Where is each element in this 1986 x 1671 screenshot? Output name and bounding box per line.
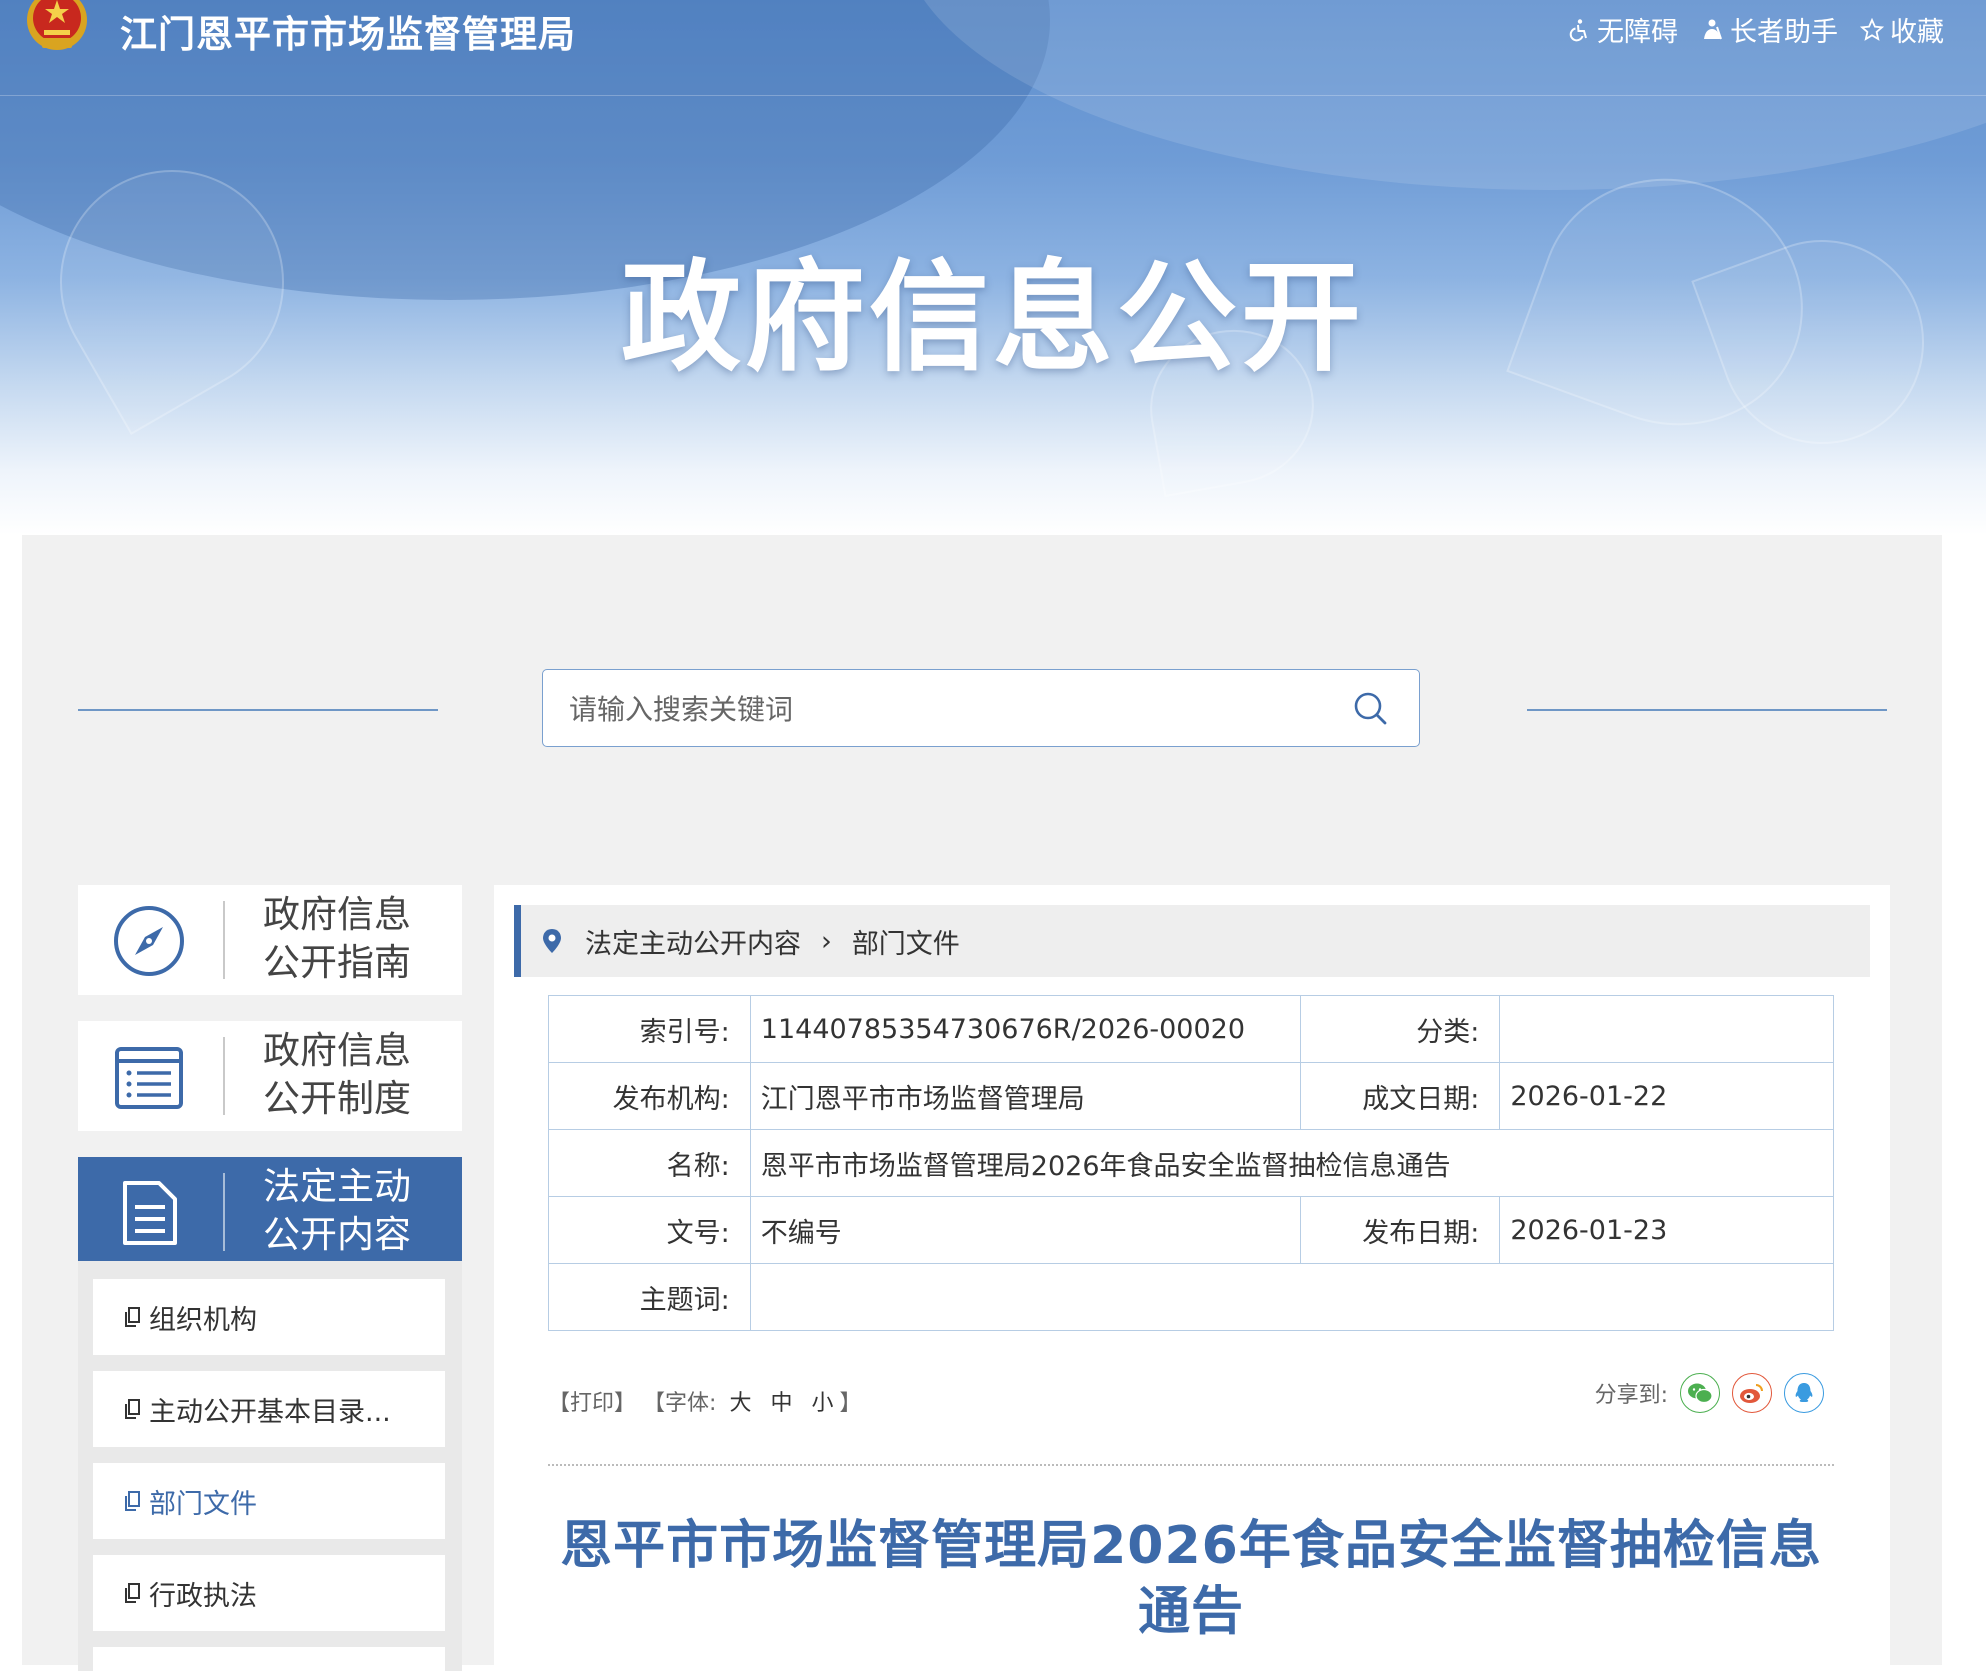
nav-card-label: 政府信息公开指南 xyxy=(263,893,411,984)
sub-nav-item-department-docs[interactable]: 部门文件 xyxy=(93,1463,445,1539)
font-size-small-button[interactable]: 小 xyxy=(811,1391,833,1416)
sub-nav-item-law-enforcement[interactable]: 行政执法 xyxy=(93,1555,445,1631)
elder-icon xyxy=(1704,19,1722,39)
font-size-large-button[interactable]: 大 xyxy=(729,1391,751,1416)
national-emblem-logo xyxy=(27,0,87,50)
search-input[interactable] xyxy=(567,684,1331,734)
sub-nav-item-catalog[interactable]: 主动公开基本目录... xyxy=(93,1371,445,1447)
page-icon xyxy=(125,1307,140,1327)
document-icon xyxy=(123,1181,177,1245)
share-wechat-button[interactable] xyxy=(1680,1373,1720,1413)
meta-label: 索引号: xyxy=(548,995,751,1063)
meta-value: 江门恩平市市场监督管理局 xyxy=(749,1062,1301,1130)
meta-value: 不编号 xyxy=(749,1196,1301,1264)
sub-nav-item-partial[interactable] xyxy=(93,1647,445,1671)
meta-label: 发布机构: xyxy=(548,1062,751,1130)
meta-value: 2026-01-22 xyxy=(1499,1062,1834,1130)
share-bar: 分享到: xyxy=(1595,1373,1824,1413)
meta-value xyxy=(749,1263,1835,1331)
star-icon xyxy=(1860,17,1884,41)
document-meta-table: 索引号: 11440785354730676R/2026-00020 分类: 发… xyxy=(548,995,1835,1331)
meta-row: 名称: 恩平市市场监督管理局2026年食品安全监督抽检信息通告 xyxy=(548,1129,1835,1197)
nav-card-guide[interactable]: 政府信息公开指南 xyxy=(78,885,462,995)
breadcrumb-current[interactable]: 部门文件 xyxy=(852,922,960,961)
list-icon xyxy=(115,1047,183,1109)
elder-assistant-button[interactable]: 长者助手 xyxy=(1700,10,1838,49)
wechat-icon xyxy=(1688,1383,1713,1404)
article-content: 法定主动公开内容 › 部门文件 索引号: 11440785354730676R/… xyxy=(494,885,1890,1665)
breadcrumb: 法定主动公开内容 › 部门文件 xyxy=(514,905,1870,977)
meta-label: 成文日期: xyxy=(1299,1062,1501,1130)
page-icon xyxy=(125,1399,140,1419)
nav-card-divider xyxy=(223,901,225,979)
nav-card-system[interactable]: 政府信息公开制度 xyxy=(78,1021,462,1131)
meta-value: 2026-01-23 xyxy=(1499,1196,1834,1264)
location-pin-icon xyxy=(543,929,561,953)
sub-nav-item-organization[interactable]: 组织机构 xyxy=(93,1279,445,1355)
meta-label: 发布日期: xyxy=(1299,1196,1501,1264)
meta-row: 索引号: 11440785354730676R/2026-00020 分类: xyxy=(548,995,1834,1063)
accessibility-label: 无障碍 xyxy=(1597,17,1678,48)
share-qq-button[interactable] xyxy=(1784,1373,1824,1413)
font-size-prefix: 【字体: xyxy=(643,1391,717,1416)
page-icon xyxy=(125,1583,140,1603)
meta-label: 分类: xyxy=(1299,995,1501,1063)
page-icon xyxy=(125,1491,140,1511)
meta-value: 恩平市市场监督管理局2026年食品安全监督抽检信息通告 xyxy=(749,1129,1835,1197)
weibo-icon xyxy=(1740,1384,1763,1403)
nav-card-label: 政府信息公开制度 xyxy=(263,1029,411,1120)
share-weibo-button[interactable] xyxy=(1732,1373,1772,1413)
meta-row: 发布机构: 江门恩平市市场监督管理局 成文日期: 2026-01-22 xyxy=(548,1062,1834,1130)
sub-nav-label: 主动公开基本目录... xyxy=(149,1396,391,1428)
section-divider xyxy=(548,1464,1834,1466)
header-divider xyxy=(0,95,1986,96)
elder-assistant-label: 长者助手 xyxy=(1730,17,1838,48)
meta-value xyxy=(1499,995,1834,1063)
meta-label: 文号: xyxy=(548,1196,751,1264)
breadcrumb-separator: › xyxy=(821,925,832,957)
print-button[interactable]: 【打印】 xyxy=(548,1391,636,1416)
nav-card-label: 法定主动公开内容 xyxy=(263,1165,411,1256)
qq-icon xyxy=(1795,1383,1813,1402)
sub-nav-label: 组织机构 xyxy=(149,1304,257,1336)
content-panel: 政府信息公开指南 政府信息公开制度 法定主动公开内容 组织机构 主动公开基 xyxy=(22,535,1942,1671)
nav-card-statutory-content[interactable]: 法定主动公开内容 xyxy=(78,1157,462,1267)
nav-card-divider xyxy=(223,1037,225,1115)
header-tools: 无障碍 长者助手 收藏 xyxy=(1567,10,1944,49)
hero-title: 政府信息公开 xyxy=(621,249,1365,388)
site-title[interactable]: 江门恩平市市场监督管理局 xyxy=(120,4,576,58)
wheelchair-icon xyxy=(1569,18,1587,41)
favorite-button[interactable]: 收藏 xyxy=(1860,10,1944,49)
breadcrumb-link[interactable]: 法定主动公开内容 xyxy=(585,922,801,961)
compass-icon xyxy=(114,906,184,976)
document-tools: 【打印】 【字体: 大 中 小】 xyxy=(548,1385,862,1417)
sub-nav-label: 部门文件 xyxy=(149,1488,257,1520)
accessibility-button[interactable]: 无障碍 xyxy=(1567,10,1678,49)
search-decor-line-left xyxy=(78,709,438,711)
meta-label: 主题词: xyxy=(548,1263,751,1331)
header-banner: 江门恩平市市场监督管理局 无障碍 长者助手 收藏 政府信息公开 xyxy=(0,0,1986,535)
share-label: 分享到: xyxy=(1594,1383,1668,1408)
font-size-medium-button[interactable]: 中 xyxy=(770,1391,792,1416)
nav-card-divider xyxy=(223,1173,225,1251)
sub-nav-list: 组织机构 主动公开基本目录... 部门文件 行政执法 xyxy=(78,1261,462,1671)
search-icon[interactable] xyxy=(1351,689,1389,727)
favorite-label: 收藏 xyxy=(1890,17,1944,48)
search-decor-line-right xyxy=(1527,709,1887,711)
sub-nav-label: 行政执法 xyxy=(149,1580,257,1612)
meta-row: 文号: 不编号 发布日期: 2026-01-23 xyxy=(548,1196,1834,1264)
meta-row: 主题词: xyxy=(548,1263,1835,1331)
document-title: 恩平市市场监督管理局2026年食品安全监督抽检信息通告 xyxy=(560,1516,1822,1642)
meta-value: 11440785354730676R/2026-00020 xyxy=(749,995,1301,1063)
meta-label: 名称: xyxy=(548,1129,751,1197)
font-size-suffix: 】 xyxy=(839,1391,862,1416)
search-box xyxy=(542,669,1420,747)
